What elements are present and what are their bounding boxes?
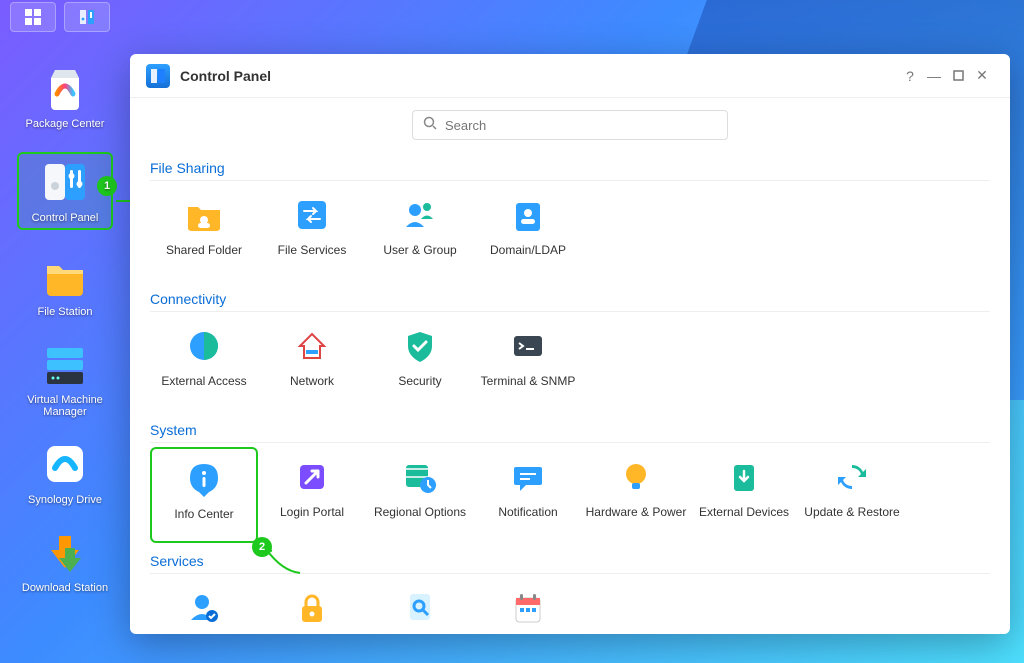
desktop-file-station[interactable]: File Station xyxy=(17,252,113,318)
tile-terminal-snmp[interactable]: Terminal & SNMP xyxy=(474,316,582,412)
tile-update-restore[interactable]: Update & Restore xyxy=(798,447,906,543)
tile-label: Terminal & SNMP xyxy=(481,374,576,388)
close-button[interactable]: ✕ xyxy=(970,64,994,88)
tile-label: External Access xyxy=(161,374,246,388)
tile-user-group[interactable]: User & Group xyxy=(366,185,474,281)
tile-label: Notification xyxy=(498,505,557,519)
globe-clock-icon xyxy=(400,457,440,497)
desktop-label: Package Center xyxy=(26,118,105,130)
control-panel-window: Control Panel ? — ✕ File Sharing Shared … xyxy=(130,54,1010,634)
tile-external-devices[interactable]: External Devices xyxy=(690,447,798,543)
tile-notification[interactable]: Notification xyxy=(474,447,582,543)
drive-icon xyxy=(724,457,764,497)
grid-file-sharing: Shared Folder File Services User & Group… xyxy=(150,185,990,281)
search-icon xyxy=(423,116,437,135)
tile-hardware-power[interactable]: Hardware & Power xyxy=(582,447,690,543)
tile-shared-folder[interactable]: Shared Folder xyxy=(150,185,258,281)
tile-label: Regional Options xyxy=(374,505,466,519)
download-station-icon xyxy=(41,528,89,576)
tile-info-center[interactable]: Info Center 2 xyxy=(150,447,258,543)
shield-icon xyxy=(400,326,440,366)
tile-label: Login Portal xyxy=(280,505,344,519)
refresh-icon xyxy=(832,457,872,497)
tile-label: Security xyxy=(398,374,441,388)
content-area: File Sharing Shared Folder File Services… xyxy=(130,146,1010,634)
search-doc-icon xyxy=(400,588,440,628)
control-panel-taskbar-button[interactable] xyxy=(64,2,110,32)
search-box[interactable] xyxy=(412,110,728,140)
router-icon xyxy=(292,326,332,366)
tile-external-access[interactable]: External Access xyxy=(150,316,258,412)
desktop-vmm[interactable]: Virtual Machine Manager xyxy=(17,340,113,418)
annotation-badge-2: 2 xyxy=(252,537,272,557)
tile-label: Network xyxy=(290,374,334,388)
tile-synology-account[interactable]: Synology Account xyxy=(150,578,258,634)
maximize-button[interactable] xyxy=(946,64,970,88)
package-center-icon xyxy=(41,64,89,112)
tile-label: External Devices xyxy=(699,505,789,519)
tile-regional-options[interactable]: Regional Options xyxy=(366,447,474,543)
desktop-label: Download Station xyxy=(22,582,108,594)
globe-icon xyxy=(184,326,224,366)
tile-file-services[interactable]: File Services xyxy=(258,185,366,281)
searchbar xyxy=(130,98,1010,146)
lock-icon xyxy=(292,588,332,628)
window-title: Control Panel xyxy=(180,68,898,84)
desktop-label: Synology Drive xyxy=(28,494,102,506)
calendar-icon xyxy=(508,588,548,628)
synology-drive-icon xyxy=(41,440,89,488)
tile-label: Hardware & Power xyxy=(586,505,687,519)
id-card-icon xyxy=(508,195,548,235)
bulb-icon xyxy=(616,457,656,497)
section-title-system: System xyxy=(150,422,990,443)
window-app-icon xyxy=(146,64,170,88)
message-icon xyxy=(508,457,548,497)
search-input[interactable] xyxy=(445,118,717,133)
tile-label: Shared Folder xyxy=(166,243,242,257)
tile-security[interactable]: Security xyxy=(366,316,474,412)
terminal-icon xyxy=(508,326,548,366)
desktop-download-station[interactable]: Download Station xyxy=(17,528,113,594)
tile-label: Update & Restore xyxy=(804,505,899,519)
grid-services: Synology Account Application Privileges … xyxy=(150,578,990,634)
control-panel-icon xyxy=(41,158,89,206)
tile-network[interactable]: Network xyxy=(258,316,366,412)
tile-indexing-service[interactable]: Indexing Service xyxy=(366,578,474,634)
main-menu-button[interactable] xyxy=(10,2,56,32)
portal-icon xyxy=(292,457,332,497)
desktop-control-panel[interactable]: Control Panel 1 xyxy=(17,152,113,230)
tile-label: User & Group xyxy=(383,243,456,257)
annotation-badge-1: 1 xyxy=(97,176,117,196)
vmm-icon xyxy=(41,340,89,388)
desktop-package-center[interactable]: Package Center xyxy=(17,64,113,130)
tile-login-portal[interactable]: Login Portal xyxy=(258,447,366,543)
window-titlebar: Control Panel ? — ✕ xyxy=(130,54,1010,98)
grid-connectivity: External Access Network Security Termina… xyxy=(150,316,990,412)
help-button[interactable]: ? xyxy=(898,64,922,88)
folder-icon xyxy=(184,195,224,235)
desktop-synology-drive[interactable]: Synology Drive xyxy=(17,440,113,506)
tile-domain-ldap[interactable]: Domain/LDAP xyxy=(474,185,582,281)
exchange-icon xyxy=(292,195,332,235)
desktop-label: File Station xyxy=(37,306,92,318)
desktop-label: Control Panel xyxy=(32,212,99,224)
tile-label: File Services xyxy=(278,243,347,257)
tile-task-scheduler[interactable]: Task Scheduler xyxy=(474,578,582,634)
tile-label: Info Center xyxy=(174,507,233,521)
file-station-icon xyxy=(41,252,89,300)
desktop-label: Virtual Machine Manager xyxy=(17,394,113,418)
tile-application-privileges[interactable]: Application Privileges xyxy=(258,578,366,634)
minimize-button[interactable]: — xyxy=(922,64,946,88)
info-icon xyxy=(184,459,224,499)
grid-system: Info Center 2 Login Portal Regional Opti… xyxy=(150,447,990,543)
section-title-file-sharing: File Sharing xyxy=(150,160,990,181)
account-icon xyxy=(184,588,224,628)
desktop-icons: Package Center Control Panel 1 File Stat… xyxy=(20,64,110,594)
users-icon xyxy=(400,195,440,235)
tile-label: Domain/LDAP xyxy=(490,243,566,257)
section-title-connectivity: Connectivity xyxy=(150,291,990,312)
taskbar xyxy=(0,0,120,34)
